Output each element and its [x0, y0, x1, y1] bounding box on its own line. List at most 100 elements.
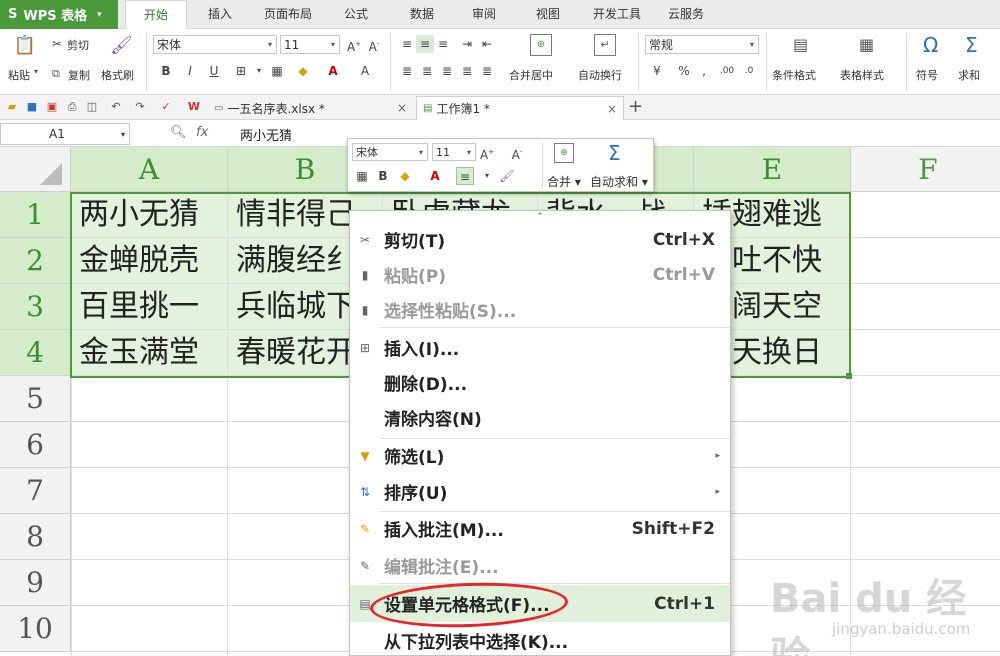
fill-handle[interactable] [846, 373, 852, 379]
export-pdf-icon[interactable]: ▣ [44, 99, 60, 115]
format-painter-icon[interactable]: 🖌 [498, 167, 516, 185]
clear-format-icon[interactable]: A [356, 62, 374, 80]
tab-data[interactable]: 数据 [394, 0, 450, 29]
name-box[interactable]: A1 ▾ [0, 123, 130, 145]
symbol-button[interactable]: 符号 [916, 67, 938, 83]
row-header-2[interactable]: 2 [0, 238, 71, 284]
indent-icon[interactable]: ⇥ [458, 35, 476, 53]
print-preview-icon[interactable]: ◫ [84, 99, 100, 115]
tab-page-layout[interactable]: 页面布局 [252, 0, 324, 29]
select-all-corner[interactable] [0, 147, 71, 192]
formula-input[interactable]: 两小无猜 [240, 125, 292, 144]
fill-color-icon[interactable]: ◆ [294, 62, 312, 80]
row-header-9[interactable]: 9 [0, 560, 71, 606]
doc-tab-1[interactable]: ▭ 一五名序表.xlsx * × [208, 96, 413, 120]
chevron-down-icon[interactable]: ▾ [478, 167, 496, 185]
customize-icon[interactable]: ✓ [158, 99, 174, 115]
cell-f1[interactable] [851, 192, 1000, 238]
mini-merge-button[interactable]: 合并 ▾ [547, 173, 581, 190]
font-shrink-icon[interactable]: A- [365, 35, 383, 54]
row-header-8[interactable]: 8 [0, 514, 71, 560]
border-icon[interactable]: ⊞ [232, 62, 250, 80]
mini-autosum-button[interactable]: 自动求和 ▾ [590, 173, 648, 190]
merge-center-icon[interactable]: ⊕ [530, 34, 552, 56]
row-header-1[interactable]: 1 [0, 192, 71, 238]
cell-style-icon[interactable]: ▦ [353, 167, 371, 185]
tab-cloud[interactable]: 云服务 [656, 0, 716, 29]
tab-home[interactable]: 开始 [125, 0, 187, 30]
menu-item-sort[interactable]: ⇅ 排序(U) ▸ [350, 473, 730, 510]
chevron-down-icon[interactable]: ▾ [250, 62, 268, 80]
sigma-icon[interactable]: Σ [965, 33, 978, 57]
menu-item-cut[interactable]: ✂ 剪切(T) Ctrl+X [350, 221, 730, 258]
merge-icon[interactable]: ⊕ [554, 143, 574, 163]
cut-button[interactable]: 剪切 [67, 37, 89, 53]
copy-button[interactable]: 复制 [68, 67, 90, 83]
open-folder-icon[interactable]: ▰ [4, 99, 20, 115]
new-tab-icon[interactable]: + [628, 96, 643, 117]
row-header-10[interactable]: 10 [0, 606, 71, 652]
menu-item-pick-from-list[interactable]: 从下拉列表中选择(K)... [350, 622, 730, 656]
fill-color-icon[interactable]: ◆ [396, 167, 414, 185]
paste-button[interactable]: 粘贴 [8, 67, 30, 83]
row-header-5[interactable]: 5 [0, 376, 71, 422]
conditional-format-icon[interactable]: ▤ [793, 35, 808, 54]
mini-font-size-select[interactable]: 11 ▾ [432, 143, 476, 161]
undo-icon[interactable]: ↶ [108, 99, 124, 115]
outdent-icon[interactable]: ⇤ [478, 35, 496, 53]
align-top-icon[interactable]: ≡ [398, 35, 416, 53]
underline-icon[interactable]: U [205, 62, 223, 80]
copy-icon[interactable]: ⧉ [52, 67, 60, 81]
align-bottom-icon[interactable]: ≡ [434, 35, 452, 53]
row-header-4[interactable]: 4 [0, 330, 71, 376]
close-icon[interactable]: × [607, 102, 617, 116]
menu-item-insert[interactable]: ⊞ 插入(I)... [350, 329, 730, 366]
cell-style-icon[interactable]: ▦ [268, 62, 286, 80]
omega-icon[interactable]: Ω [923, 33, 938, 57]
row-header-7[interactable]: 7 [0, 468, 71, 514]
save-icon[interactable]: ■ [24, 99, 40, 115]
sigma-icon[interactable]: Σ [608, 141, 621, 165]
tab-view[interactable]: 视图 [520, 0, 576, 29]
chevron-down-icon[interactable]: ▾ [34, 67, 38, 76]
align-middle-icon[interactable]: ≡ [456, 167, 474, 185]
table-style-icon[interactable]: ▦ [859, 35, 874, 54]
column-header-e[interactable]: E [694, 147, 851, 192]
menu-item-edit-comment[interactable]: ✎ 编辑批注(E)... [350, 547, 730, 584]
table-style-button[interactable]: 表格样式 [840, 67, 884, 83]
menu-item-filter[interactable]: ▼ 筛选(L) ▸ [350, 437, 730, 474]
app-menu-button[interactable]: S WPS 表格 ▾ [0, 0, 118, 29]
conditional-format-button[interactable]: 条件格式 [772, 67, 816, 83]
tab-insert[interactable]: 插入 [192, 0, 248, 29]
fx-icon[interactable]: fx [196, 125, 208, 140]
font-color-icon[interactable]: A [324, 62, 342, 80]
row-header-3[interactable]: 3 [0, 284, 71, 330]
row-header-6[interactable]: 6 [0, 422, 71, 468]
close-icon[interactable]: × [397, 101, 407, 115]
font-grow-icon[interactable]: A+ [345, 35, 363, 54]
menu-item-clear-contents[interactable]: 清除内容(N) [350, 399, 730, 436]
bold-icon[interactable]: B [374, 167, 392, 185]
mini-font-name-select[interactable]: 宋体 ▾ [352, 143, 428, 161]
cell-a1[interactable]: 两小无猜 [71, 192, 228, 238]
bold-icon[interactable]: B [157, 62, 175, 80]
distribute-icon[interactable]: ≣ [478, 62, 496, 80]
menu-item-paste-special[interactable]: ▮ 选择性粘贴(S)... [350, 291, 730, 328]
format-painter-button[interactable]: 格式刷 [101, 67, 134, 83]
scissors-icon[interactable]: ✂ [52, 37, 62, 51]
sum-button[interactable]: 求和 [958, 67, 980, 83]
merge-center-button[interactable]: 合并居中 [509, 67, 553, 83]
italic-icon[interactable]: I [181, 62, 199, 80]
format-painter-icon[interactable]: 🖌 [110, 35, 133, 56]
font-shrink-icon[interactable]: A- [508, 143, 526, 162]
justify-icon[interactable]: ≣ [458, 62, 476, 80]
redo-icon[interactable]: ↷ [132, 99, 148, 115]
print-icon[interactable]: ⎙ [64, 99, 80, 115]
align-right-icon[interactable]: ≣ [438, 62, 456, 80]
column-header-a[interactable]: A [71, 147, 228, 192]
wrap-text-icon[interactable]: ↵ [594, 34, 616, 56]
cell-f4[interactable] [851, 330, 1000, 376]
currency-icon[interactable]: ¥ [648, 62, 666, 80]
cell-a2[interactable]: 金蝉脱壳 [71, 238, 228, 284]
number-format-select[interactable]: 常规 ▾ [645, 35, 759, 54]
